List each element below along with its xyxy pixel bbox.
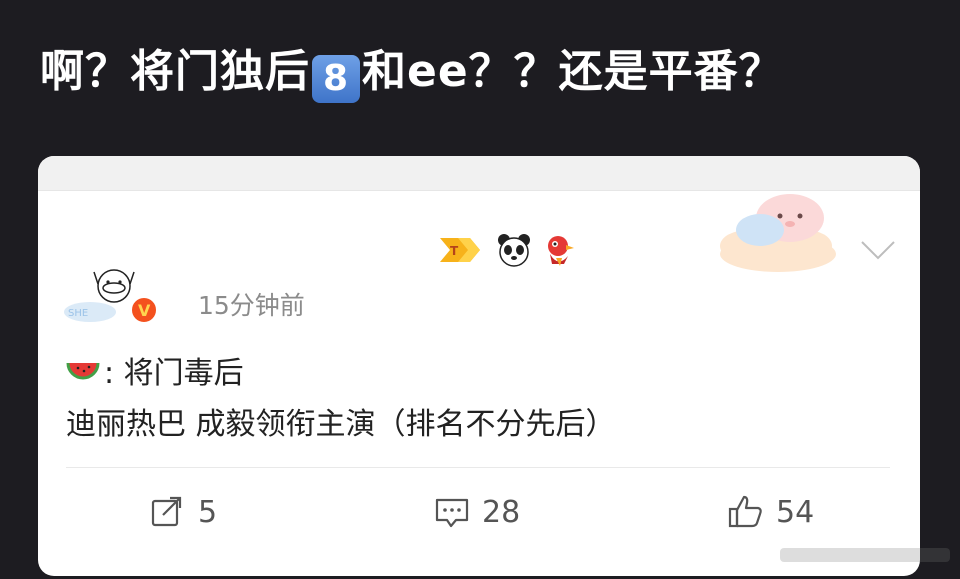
panda-icon[interactable] xyxy=(496,232,532,268)
cloud-decoration-icon xyxy=(720,194,836,272)
comment-button[interactable]: 28 xyxy=(432,492,520,532)
card-top-band xyxy=(38,156,920,190)
repost-count: 5 xyxy=(198,494,218,530)
bird-icon[interactable] xyxy=(542,232,578,268)
headline-text-start: 啊？将门独后 xyxy=(40,46,310,97)
thumbs-up-icon xyxy=(728,495,762,528)
post-content-line-1: : 将门毒后 xyxy=(66,348,244,392)
number-badge-icon: 8 xyxy=(312,55,360,103)
repost-button[interactable]: 5 xyxy=(148,492,217,532)
repost-icon xyxy=(151,496,182,527)
watermelon-icon xyxy=(66,362,100,380)
post-title-text: : 将门毒后 xyxy=(104,356,244,391)
post-content-line-2: 迪丽热巴 成毅领衔主演（排名不分先后） xyxy=(66,407,616,442)
svg-text:SHE: SHE xyxy=(68,308,88,319)
post-timestamp: 15分钟前 xyxy=(198,291,305,320)
like-count: 54 xyxy=(776,494,815,530)
level-chevron-icon[interactable]: T xyxy=(438,234,486,266)
weibo-post-card: T SHE V 15分钟前: 将门毒后 迪丽热巴 成毅领衔主演（排名不分先后）… xyxy=(38,156,920,576)
headline: 啊？将门独后 8 和ee？？还是平番？ xyxy=(40,44,784,103)
chevron-down-icon[interactable] xyxy=(858,236,898,264)
like-button[interactable]: 54 xyxy=(726,492,814,532)
avatar[interactable]: SHE V xyxy=(60,264,170,326)
user-badges: T xyxy=(438,232,578,268)
post-divider xyxy=(66,467,890,468)
svg-text:V: V xyxy=(138,301,151,320)
svg-text:T: T xyxy=(450,244,459,258)
headline-text-end: 和ee？？还是平番？ xyxy=(362,46,784,97)
watermark xyxy=(780,548,950,562)
comment-count: 28 xyxy=(482,494,521,530)
comment-icon xyxy=(435,498,469,528)
